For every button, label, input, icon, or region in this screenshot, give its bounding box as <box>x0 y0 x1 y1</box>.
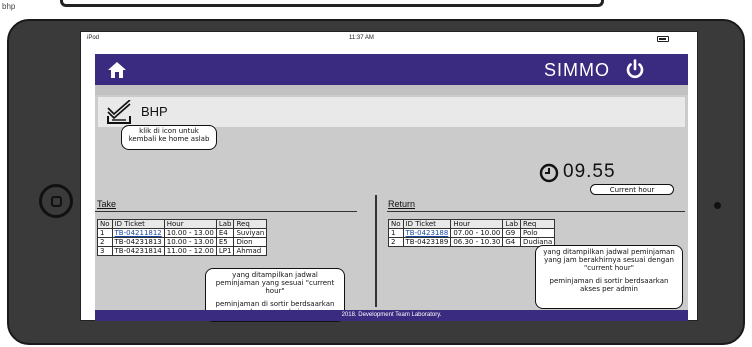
return-col-id: ID Ticket <box>402 219 452 229</box>
cell-hour: 06.30 - 10.30 <box>450 237 504 247</box>
footer: 2018. Development Team Laboratory. <box>95 310 688 321</box>
cell-ticket: TB-0423189 <box>402 237 452 247</box>
nav-shadow-band <box>95 85 688 95</box>
take-table: No ID Ticket Hour Lab Req 1 TB-04211812 … <box>97 219 268 256</box>
return-col-no: No <box>388 219 404 229</box>
status-carrier: iPod <box>87 35 100 41</box>
cell-hour: 07.00 - 10.00 <box>450 228 504 238</box>
ticket-link[interactable]: TB-0423188 <box>402 228 452 238</box>
section-header: BHP <box>98 97 685 127</box>
cell-ticket: TB-04231814 <box>111 246 165 256</box>
take-col-id: ID Ticket <box>111 219 165 229</box>
tablet-screen: iPod 11:37 AM SIMMO BHP klik di icon unt… <box>80 31 698 322</box>
cell-lab: LP1 <box>215 246 235 256</box>
battery-icon <box>657 36 669 42</box>
status-bar: iPod 11:37 AM <box>81 32 697 46</box>
clock-icon <box>539 163 559 183</box>
device-camera <box>714 202 721 209</box>
cell-lab: G9 <box>502 228 522 238</box>
cell-req: Dion <box>233 237 268 247</box>
return-table: No ID Ticket Hour Lab Req 1 TB-0423188 0… <box>388 219 556 247</box>
take-note-line-1: yang ditampilkan jadwal peminjaman yang … <box>215 271 335 296</box>
cell-lab: G4 <box>502 237 522 247</box>
cell-req: Ahmad <box>233 246 268 256</box>
cell-ticket: TB-04231813 <box>111 237 165 247</box>
app-title: SIMMO <box>544 60 610 80</box>
return-col-hour: Hour <box>450 219 504 229</box>
main-content: BHP klik di icon untuk kembali ke home a… <box>95 95 688 322</box>
device-home-button-square <box>51 196 62 207</box>
table-row: 2 TB-04231813 10.00 - 13.00 E5 Dion <box>97 237 268 247</box>
take-label: Take <box>97 199 117 209</box>
return-col-req: Req <box>520 219 556 229</box>
table-row: 3 TB-04231814 11.00 - 12.00 LP1 Ahmad <box>97 246 268 256</box>
return-label: Return <box>388 199 416 209</box>
take-col-lab: Lab <box>215 219 235 229</box>
current-hour-value: 09.55 <box>563 161 616 182</box>
ticket-link[interactable]: TB-04211812 <box>111 228 165 238</box>
cell-hour: 11.00 - 12.00 <box>163 246 217 256</box>
return-note-callout: yang ditampilkan jadwal peminjaman yang … <box>535 245 683 309</box>
return-table-header: No ID Ticket Hour Lab Req <box>388 219 556 229</box>
page-label: bhp <box>2 2 16 11</box>
take-col-req: Req <box>233 219 268 229</box>
cell-lab: E5 <box>215 237 235 247</box>
home-icon[interactable] <box>107 60 127 80</box>
column-divider <box>375 195 377 307</box>
device-home-button[interactable] <box>39 184 73 218</box>
cell-no: 2 <box>97 237 113 247</box>
cell-no: 2 <box>388 237 404 247</box>
status-time: 11:37 AM <box>349 35 374 41</box>
cell-no: 1 <box>388 228 404 238</box>
return-underline <box>387 211 685 212</box>
cell-no: 1 <box>97 228 113 238</box>
take-col-no: No <box>97 219 113 229</box>
clock-note-callout: Current hour <box>590 184 674 195</box>
cell-req: Polo <box>520 228 556 238</box>
cell-req: Suviyan <box>233 228 268 238</box>
table-row: 1 TB-04211812 10.00 - 13.00 E4 Suviyan <box>97 228 268 238</box>
top-frame-edge <box>60 0 604 7</box>
bhp-stack-icon[interactable] <box>106 100 132 124</box>
take-table-header: No ID Ticket Hour Lab Req <box>97 219 268 229</box>
cell-lab: E4 <box>215 228 235 238</box>
home-note-callout: klik di icon untuk kembali ke home aslab <box>121 125 217 150</box>
return-note-line-1: yang ditampilkan jadwal peminjaman yang … <box>543 248 675 273</box>
table-row: 2 TB-0423189 06.30 - 10.30 G4 Dudiana <box>388 237 556 247</box>
top-navbar: SIMMO <box>95 54 688 85</box>
return-col-lab: Lab <box>502 219 522 229</box>
take-underline <box>95 211 357 212</box>
cell-hour: 10.00 - 13.00 <box>163 237 217 247</box>
take-col-hour: Hour <box>163 219 217 229</box>
section-title: BHP <box>141 104 168 119</box>
power-icon[interactable] <box>624 58 646 80</box>
return-note-line-2: peminjaman di sortir berdsaarkan akses p… <box>549 277 669 294</box>
cell-no: 3 <box>97 246 113 256</box>
table-row: 1 TB-0423188 07.00 - 10.00 G9 Polo <box>388 228 556 238</box>
battery-fill <box>659 38 666 40</box>
cell-hour: 10.00 - 13.00 <box>163 228 217 238</box>
